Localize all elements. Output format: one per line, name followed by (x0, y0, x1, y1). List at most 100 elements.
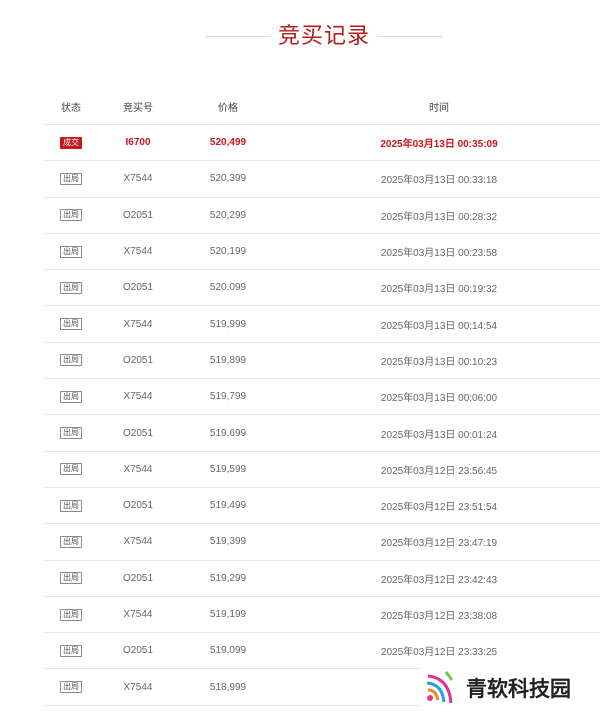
bidder-cell: O2051 (98, 269, 178, 307)
table-header-row: 状态 竞买号 价格 时间 (44, 88, 600, 125)
time-cell: 2025年03月13日 00:23:58 (278, 233, 600, 271)
header-divider-left (205, 36, 270, 37)
time-cell: 2025年03月12日 23:56:45 (278, 451, 600, 488)
price-cell: 519,399 (178, 523, 278, 561)
status-cell: 出局 (44, 560, 98, 597)
price-cell: 520,199 (178, 233, 278, 271)
status-badge: 出局 (60, 209, 82, 222)
time-cell: 2025年03月13日 00:33:18 (278, 160, 600, 198)
watermark-text: 青软科技园 (466, 677, 571, 701)
table-row: 成交 I6700 520,499 2025年03月13日 00:35:09 (44, 124, 600, 162)
status-badge: 出局 (60, 608, 82, 621)
time-cell: 2025年03月13日 00:19:32 (278, 269, 600, 307)
bidder-cell: X7544 (98, 233, 178, 271)
status-cell: 出局 (44, 197, 98, 234)
time-cell: 2025年03月13日 00:10:23 (278, 342, 600, 380)
bidder-cell: I6700 (98, 124, 178, 162)
bid-records-table: 状态 竞买号 价格 时间 成交 I6700 520,499 2025年03月13日 0… (44, 88, 600, 706)
column-header-status: 状态 (44, 88, 98, 125)
header-divider-right (378, 36, 443, 37)
status-cell: 出局 (44, 269, 98, 307)
price-cell: 519,099 (178, 632, 278, 670)
table-row: 出局 O2051 520,299 2025年03月13日 00:28:32 (44, 197, 600, 234)
price-cell: 520,399 (178, 160, 278, 198)
table-row: 出局 X7544 519,399 2025年03月12日 23:47:19 (44, 523, 600, 561)
price-cell: 519,499 (178, 487, 278, 525)
table-row: 出局 O2051 519,699 2025年03月13日 00:01:24 (44, 414, 600, 452)
bidder-cell: X7544 (98, 596, 178, 634)
status-badge: 成交 (60, 136, 82, 149)
status-cell: 出局 (44, 487, 98, 525)
bidder-cell: X7544 (98, 305, 178, 343)
status-badge: 出局 (60, 318, 82, 331)
status-cell: 出局 (44, 305, 98, 343)
status-cell: 出局 (44, 523, 98, 561)
bidder-cell: X7544 (98, 451, 178, 488)
table-body: 成交 I6700 520,499 2025年03月13日 00:35:09 出局 X754… (44, 124, 600, 706)
time-cell: 2025年03月12日 23:42:43 (278, 560, 600, 597)
bidder-cell: O2051 (98, 414, 178, 452)
status-badge: 出局 (60, 463, 82, 476)
bidder-cell: O2051 (98, 342, 178, 380)
status-badge: 出局 (60, 535, 82, 548)
status-badge: 出局 (60, 390, 82, 403)
bidder-cell: X7544 (98, 523, 178, 561)
status-cell: 出局 (44, 596, 98, 634)
table-row: 出局 O2051 519,499 2025年03月12日 23:51:54 (44, 487, 600, 525)
price-cell: 519,599 (178, 451, 278, 488)
status-badge: 出局 (60, 499, 82, 512)
status-badge: 出局 (60, 572, 82, 585)
time-cell: 2025年03月12日 23:47:19 (278, 523, 600, 561)
table-row: 出局 X7544 519,999 2025年03月13日 00:14:54 (44, 305, 600, 343)
time-cell: 2025年03月13日 00:14:54 (278, 305, 600, 343)
status-badge: 出局 (60, 281, 82, 294)
bidder-cell: O2051 (98, 560, 178, 597)
bidder-cell: O2051 (98, 197, 178, 234)
status-badge: 出局 (60, 681, 82, 694)
status-badge: 出局 (60, 644, 82, 657)
price-cell: 519,899 (178, 342, 278, 380)
price-cell: 520,099 (178, 269, 278, 307)
status-badge: 出局 (60, 427, 82, 440)
column-header-time: 时间 (278, 88, 600, 125)
status-cell: 出局 (44, 160, 98, 198)
page-title: 竞买记录 (277, 23, 370, 48)
price-cell: 519,999 (178, 305, 278, 343)
price-cell: 518,999 (178, 668, 278, 706)
watermark: 青软科技园 (420, 664, 600, 712)
table-row: 出局 O2051 519,299 2025年03月12日 23:42:43 (44, 560, 600, 597)
sound-wave-logo-icon (426, 671, 454, 704)
time-cell: 2025年03月12日 23:38:08 (278, 596, 600, 634)
bidder-cell: X7544 (98, 668, 178, 706)
table-row: 出局 O2051 519,899 2025年03月13日 00:10:23 (44, 342, 600, 380)
price-cell: 520,499 (178, 124, 278, 162)
table-row: 出局 X7544 519,799 2025年03月13日 00:06:00 (44, 378, 600, 416)
bidder-cell: X7544 (98, 160, 178, 198)
status-badge: 出局 (60, 245, 82, 258)
status-cell: 出局 (44, 451, 98, 488)
status-cell: 成交 (44, 124, 98, 162)
price-cell: 519,799 (178, 378, 278, 416)
table-row: 出局 X7544 519,199 2025年03月12日 23:38:08 (44, 596, 600, 634)
status-cell: 出局 (44, 632, 98, 670)
status-cell: 出局 (44, 233, 98, 271)
status-cell: 出局 (44, 342, 98, 380)
status-cell: 出局 (44, 378, 98, 416)
status-cell: 出局 (44, 668, 98, 706)
bidder-cell: O2051 (98, 487, 178, 525)
status-badge: 出局 (60, 354, 82, 367)
column-header-price: 价格 (178, 88, 278, 125)
price-cell: 519,699 (178, 414, 278, 452)
table-row: 出局 X7544 520,399 2025年03月13日 00:33:18 (44, 160, 600, 198)
time-cell: 2025年03月13日 00:28:32 (278, 197, 600, 234)
table-row: 出局 O2051 520,099 2025年03月13日 00:19:32 (44, 269, 600, 307)
price-cell: 519,299 (178, 560, 278, 597)
bidder-cell: O2051 (98, 632, 178, 670)
table-row: 出局 X7544 520,199 2025年03月13日 00:23:58 (44, 233, 600, 271)
time-cell: 2025年03月12日 23:51:54 (278, 487, 600, 525)
table-row: 出局 X7544 519,599 2025年03月12日 23:56:45 (44, 451, 600, 488)
time-cell: 2025年03月13日 00:01:24 (278, 414, 600, 452)
section-header: 竞买记录 (0, 18, 600, 54)
price-cell: 519,199 (178, 596, 278, 634)
price-cell: 520,299 (178, 197, 278, 234)
